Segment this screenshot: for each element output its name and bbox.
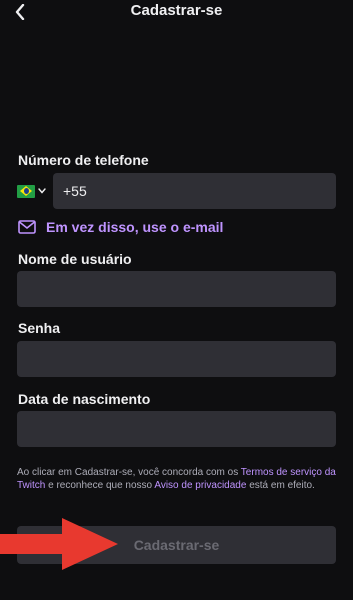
- birthdate-label: Data de nascimento: [18, 391, 151, 407]
- terms-text-part2: e reconhece que nosso: [45, 480, 155, 491]
- terms-text: Ao clicar em Cadastrar-se, você concorda…: [17, 466, 337, 492]
- phone-row: +55: [17, 173, 336, 209]
- mail-icon: [18, 220, 36, 234]
- phone-value: +55: [63, 183, 87, 199]
- birthdate-input[interactable]: [17, 411, 336, 447]
- phone-input[interactable]: +55: [53, 173, 336, 209]
- use-email-label: Em vez disso, use o e-mail: [46, 219, 224, 235]
- terms-text-part1: Ao clicar em Cadastrar-se, você concorda…: [17, 467, 241, 478]
- brazil-flag-icon: [17, 184, 35, 198]
- password-input[interactable]: [17, 341, 336, 377]
- privacy-notice-link[interactable]: Aviso de privacidade: [154, 480, 246, 491]
- red-arrow-icon: [0, 518, 118, 570]
- chevron-down-icon: [38, 188, 46, 194]
- page-title: Cadastrar-se: [130, 2, 223, 19]
- username-input[interactable]: [17, 271, 336, 307]
- password-label: Senha: [18, 320, 61, 336]
- header: Cadastrar-se: [0, 0, 353, 24]
- use-email-link[interactable]: Em vez disso, use o e-mail: [18, 218, 223, 236]
- phone-label: Número de telefone: [18, 152, 149, 168]
- terms-text-part3: está em efeito.: [246, 480, 315, 491]
- country-code-select[interactable]: [17, 173, 53, 209]
- username-label: Nome de usuário: [18, 251, 132, 267]
